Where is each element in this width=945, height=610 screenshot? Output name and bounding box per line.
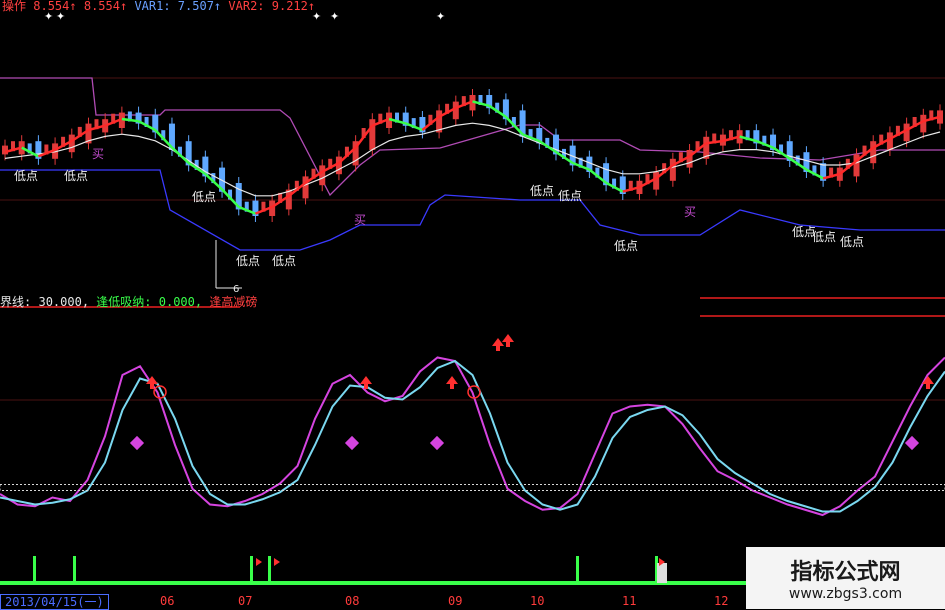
oscillator-magenta-line — [0, 356, 945, 517]
low-point-label: 低点 — [236, 254, 260, 268]
var1-value: 7.507↑ — [177, 0, 222, 13]
diamond-mark — [344, 435, 360, 451]
op-value-2: 8.554↑ — [83, 0, 128, 13]
star-mark: ✦ — [436, 10, 445, 23]
candle-body — [870, 141, 877, 164]
absorb-label: 逢低吸纳: — [96, 295, 152, 309]
var1-label: VAR1: — [134, 0, 171, 13]
up-arrow-mark — [502, 334, 514, 347]
candle-body — [319, 165, 326, 186]
candle-body — [669, 158, 676, 181]
low-point-label: 低点 — [64, 169, 88, 183]
low-point-label: 低点 — [840, 235, 864, 249]
op-value: 8.554↑ — [33, 0, 77, 13]
candle-body — [2, 145, 8, 155]
volume-bar — [576, 556, 579, 583]
threshold-band — [0, 484, 945, 491]
diamond-mark — [129, 435, 145, 451]
month-label: 11 — [622, 594, 637, 608]
buy-label: 买 — [684, 205, 696, 219]
oscillator-lines — [0, 356, 945, 517]
var2-value: 9.212↑ — [271, 0, 316, 13]
star-mark: ✦ — [330, 10, 339, 23]
start-date: 2013/04/15(一) — [0, 594, 109, 610]
diamond-mark — [429, 435, 445, 451]
month-label: 06 — [160, 594, 175, 608]
low-point-label: 低点 — [812, 230, 836, 244]
month-label: 07 — [238, 594, 253, 608]
volume-bar — [250, 556, 253, 583]
signal-marks: 低点 低点低点低点 低点低点 低点低点低点低点 低点买买买6✦ ✦ ✦ ✦ ✦ — [14, 10, 934, 451]
reference-lines — [0, 77, 945, 401]
low-point-label: 低点 — [14, 169, 38, 183]
absorb-value: 0.000, — [158, 295, 203, 309]
watermark-title: 指标公式网 — [790, 560, 901, 585]
diamond-mark — [904, 435, 920, 451]
watermark: 指标公式网 www.zbgs3.com — [746, 547, 945, 609]
month-label: 08 — [345, 594, 360, 608]
op-label: 操作 — [2, 0, 27, 13]
buy-label: 买 — [354, 213, 366, 227]
up-arrow-mark — [492, 338, 504, 351]
volume-bar — [33, 556, 36, 583]
low-point-label: 低点 — [614, 239, 638, 253]
month-label: 12 — [714, 594, 729, 608]
oscillator-cyan-line — [0, 359, 945, 513]
candles — [2, 89, 943, 222]
buy-label: 买 — [92, 147, 104, 161]
line-label: 界线: — [0, 295, 32, 309]
up-arrow-mark — [922, 376, 934, 389]
var2-label: VAR2: — [228, 0, 265, 13]
low-point-label: 低点 — [272, 254, 296, 268]
low-point-label: 低点 — [192, 190, 216, 204]
volume-bar — [73, 556, 76, 583]
month-label: 09 — [448, 594, 463, 608]
low-point-label: 低点 — [530, 184, 554, 198]
line-value: 30.000, — [38, 295, 90, 309]
flag-mark — [256, 558, 262, 566]
low-point-label: 低点 — [558, 189, 582, 203]
watermark-url: www.zbgs3.com — [788, 586, 903, 602]
volume-bar — [268, 556, 271, 583]
candle-body — [302, 176, 309, 199]
month-label: 10 — [530, 594, 545, 608]
volume-block — [657, 563, 667, 583]
flag-mark — [274, 558, 280, 566]
reduce-label: 逢高减磅 — [209, 295, 258, 309]
mid-legend: 界线: 30.000, 逢低吸纳: 0.000, 逢高减磅 — [0, 293, 257, 310]
up-arrow-mark — [446, 376, 458, 389]
top-legend: 操作 8.554↑ 8.554↑ VAR1: 7.507↑ VAR2: 9.21… — [2, 0, 315, 14]
